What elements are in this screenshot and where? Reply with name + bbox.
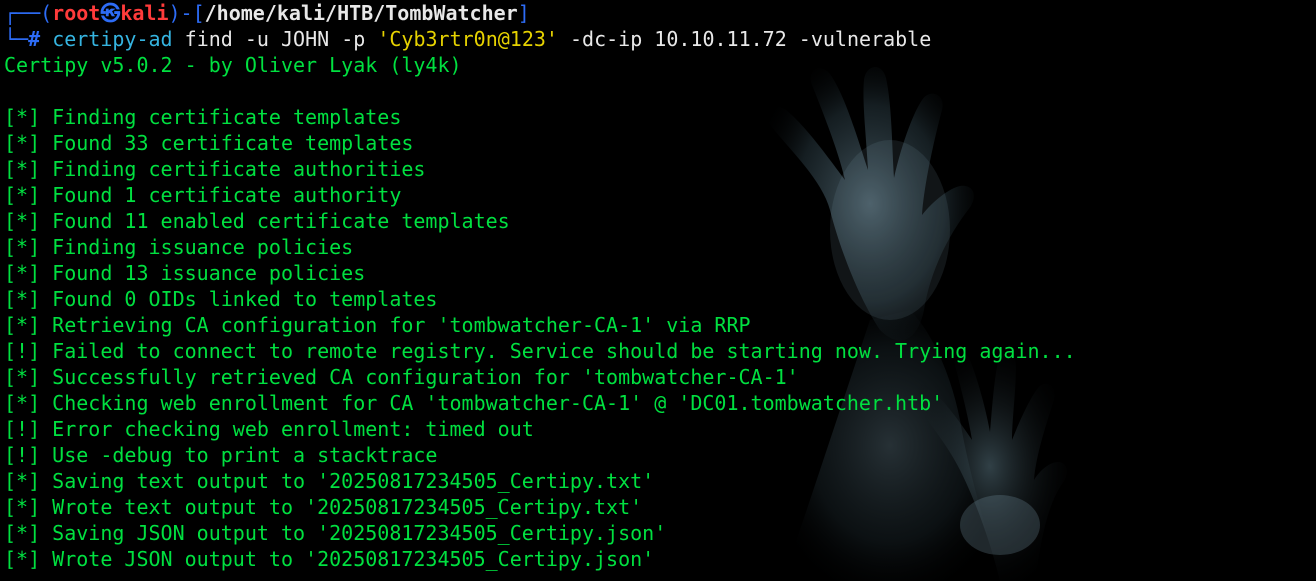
output-line: [*] Retrieving CA configuration for 'tom… bbox=[4, 313, 751, 337]
output-line-warning: [!] Use -debug to print a stacktrace bbox=[4, 443, 438, 467]
output-line: [*] Found 33 certificate templates bbox=[4, 131, 414, 155]
prompt-host: kali bbox=[120, 1, 169, 25]
prompt-user: root bbox=[52, 1, 101, 25]
certipy-banner: Certipy v5.0.2 - by Oliver Lyak (ly4k) bbox=[4, 53, 462, 77]
prompt-path: /home/kali/HTB/TombWatcher bbox=[204, 1, 518, 25]
output-line: [*] Found 1 certificate authority bbox=[4, 183, 402, 207]
output-line-warning: [!] Error checking web enrollment: timed… bbox=[4, 417, 534, 441]
command-line[interactable]: └─# certipy-ad find -u JOHN -p 'Cyb3rtr0… bbox=[4, 26, 1316, 52]
output-line: [*] Finding certificate authorities bbox=[4, 157, 426, 181]
terminal-window[interactable]: ┌──(root㉿kali)-[/home/kali/HTB/TombWatch… bbox=[0, 0, 1316, 581]
command-password: 'Cyb3rtr0n@123' bbox=[377, 27, 558, 51]
prompt-separator-close: ] bbox=[517, 1, 530, 25]
output-line-warning: [!] Failed to connect to remote registry… bbox=[4, 339, 1076, 363]
output-line: [*] Saving JSON output to '2025081723450… bbox=[4, 521, 667, 545]
prompt-line-top: ┌──(root㉿kali)-[/home/kali/HTB/TombWatch… bbox=[4, 0, 1316, 26]
prompt-corner-top: ┌──( bbox=[4, 1, 53, 25]
command-program: certipy-ad bbox=[52, 27, 173, 51]
output-line: [*] Found 13 issuance policies bbox=[4, 261, 366, 285]
output-line: [*] Saving text output to '2025081723450… bbox=[4, 469, 655, 493]
command-args-2: -dc-ip 10.10.11.72 -vulnerable bbox=[570, 27, 932, 51]
output-line: [*] Found 11 enabled certificate templat… bbox=[4, 209, 510, 233]
output-line: [*] Finding issuance policies bbox=[4, 235, 354, 259]
prompt-separator-open: )-[ bbox=[168, 1, 205, 25]
kali-at-icon: ㉿ bbox=[100, 1, 121, 25]
output-line: [*] Finding certificate templates bbox=[4, 105, 402, 129]
prompt-hash: # bbox=[28, 27, 41, 51]
output-line: [*] Checking web enrollment for CA 'tomb… bbox=[4, 391, 944, 415]
output-line: [*] Successfully retrieved CA configurat… bbox=[4, 365, 799, 389]
output-line: [*] Wrote text output to '20250817234505… bbox=[4, 495, 643, 519]
output-line: [*] Found 0 OIDs linked to templates bbox=[4, 287, 438, 311]
command-args-1: find -u JOHN -p bbox=[184, 27, 366, 51]
terminal-content: ┌──(root㉿kali)-[/home/kali/HTB/TombWatch… bbox=[4, 0, 1316, 572]
output-line: [*] Wrote JSON output to '20250817234505… bbox=[4, 547, 655, 571]
prompt-corner-bottom: └─ bbox=[4, 27, 29, 51]
